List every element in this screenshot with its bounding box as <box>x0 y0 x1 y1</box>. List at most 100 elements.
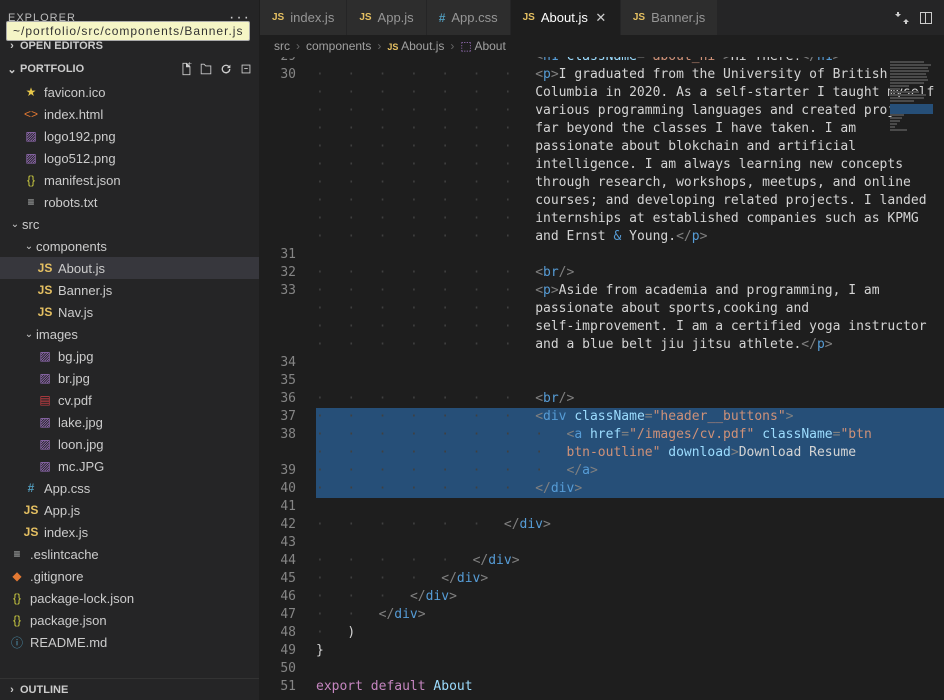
file-tree-item[interactable]: {}manifest.json <box>0 169 259 191</box>
breadcrumb-separator: › <box>450 39 454 53</box>
tab-label: index.js <box>290 10 334 25</box>
outline-section[interactable]: › OUTLINE <box>0 678 259 700</box>
file-tree-item[interactable]: ◆.gitignore <box>0 565 259 587</box>
code-line[interactable]: · · · · · · · <h1 className="about_hi">H… <box>316 57 944 66</box>
file-tree-item[interactable]: ▨lake.jpg <box>0 411 259 433</box>
file-tree-item[interactable]: ≡robots.txt <box>0 191 259 213</box>
file-icon: <> <box>22 107 40 121</box>
code-line[interactable]: · · · · · · · and Ernst & Young.</p> <box>316 228 944 246</box>
code-line[interactable]: · · · · · · · courses; and developing re… <box>316 192 944 210</box>
new-folder-icon[interactable] <box>197 60 215 78</box>
minimap[interactable] <box>884 57 944 237</box>
code-line[interactable]: export default About <box>316 678 944 696</box>
file-tree-item[interactable]: ▨loon.jpg <box>0 433 259 455</box>
file-tree-item[interactable]: ▨br.jpg <box>0 367 259 389</box>
breadcrumb-segment[interactable]: components <box>306 39 371 53</box>
tree-item-label: logo192.png <box>44 129 116 144</box>
code-line[interactable]: · · · · · · · · btn-outline" download>Do… <box>316 444 944 462</box>
code-area[interactable]: · · · · · · · <h1 className="about_hi">H… <box>316 57 944 700</box>
file-tree-item[interactable]: JSApp.js <box>0 499 259 521</box>
close-icon[interactable]: ✕ <box>594 10 608 26</box>
editor-tab[interactable]: JSBanner.js <box>621 0 718 35</box>
file-tree-item[interactable]: ▨logo512.png <box>0 147 259 169</box>
file-tree-item[interactable]: ⌄images <box>0 323 259 345</box>
editor-tab[interactable]: JSAbout.js✕ <box>511 0 621 35</box>
file-tree-item[interactable]: JSindex.js <box>0 521 259 543</box>
editor-tab[interactable]: JSApp.js <box>347 0 426 35</box>
code-line[interactable]: · · </div> <box>316 606 944 624</box>
code-editor[interactable]: 2930313233343536373839404142434445464748… <box>260 57 944 700</box>
code-line[interactable]: · · · · · · · various programming langua… <box>316 102 944 120</box>
code-line[interactable] <box>316 354 944 372</box>
file-icon: JS <box>36 283 54 297</box>
code-line[interactable]: · · · · · · · <p>Aside from academia and… <box>316 282 944 300</box>
tree-item-label: .eslintcache <box>30 547 99 562</box>
file-tree-item[interactable]: ⓘREADME.md <box>0 631 259 653</box>
code-line[interactable]: · · · · · · </div> <box>316 516 944 534</box>
code-line[interactable]: · · · · · · · <p>I graduated from the Un… <box>316 66 944 84</box>
compare-icon[interactable] <box>894 10 910 26</box>
file-tree-item[interactable]: ≡.eslintcache <box>0 543 259 565</box>
new-file-icon[interactable] <box>177 60 195 78</box>
open-editors-label: OPEN EDITORS <box>20 40 103 52</box>
code-line[interactable] <box>316 660 944 678</box>
code-line[interactable]: · ) <box>316 624 944 642</box>
file-tree-item[interactable]: ▤cv.pdf <box>0 389 259 411</box>
file-icon: ▨ <box>36 371 54 385</box>
code-line[interactable] <box>316 534 944 552</box>
breadcrumb-segment[interactable]: src <box>274 39 290 53</box>
refresh-icon[interactable] <box>217 60 235 78</box>
code-line[interactable]: · · · · · · · <br/> <box>316 264 944 282</box>
file-tree-item[interactable]: JSBanner.js <box>0 279 259 301</box>
code-line[interactable]: · · · · · · · through research, workshop… <box>316 174 944 192</box>
editor-tab[interactable]: JSindex.js <box>260 0 347 35</box>
code-line[interactable]: · · · · · · · <div className="header__bu… <box>316 408 944 426</box>
code-line[interactable]: · · · · · · · passionate about sports,co… <box>316 300 944 318</box>
code-line[interactable]: · · · · · · · intelligence. I am always … <box>316 156 944 174</box>
file-icon: ▨ <box>22 151 40 165</box>
code-line[interactable]: · · · · · · · · <a href="/images/cv.pdf"… <box>316 426 944 444</box>
code-line[interactable]: · · · · · · · far beyond the classes I h… <box>316 120 944 138</box>
code-line[interactable]: } <box>316 642 944 660</box>
code-line[interactable]: · · · · · · · </div> <box>316 480 944 498</box>
file-icon: ▨ <box>36 415 54 429</box>
file-tree-item[interactable]: #App.css <box>0 477 259 499</box>
file-tree-item[interactable]: ⌄src <box>0 213 259 235</box>
collapse-all-icon[interactable] <box>237 60 255 78</box>
breadcrumb-segment[interactable]: JS About.js <box>387 39 444 53</box>
code-line[interactable]: · · · · · · · <br/> <box>316 390 944 408</box>
code-line[interactable]: · · · · · · · Columbia in 2020. As a sel… <box>316 84 944 102</box>
code-line[interactable] <box>316 498 944 516</box>
code-line[interactable] <box>316 372 944 390</box>
breadcrumb[interactable]: src›components›JS About.js›⬚ About <box>260 35 944 57</box>
file-tree-item[interactable]: ★favicon.ico <box>0 81 259 103</box>
code-line[interactable]: · · · · · · · passionate about blokchain… <box>316 138 944 156</box>
tree-item-label: images <box>36 327 78 342</box>
code-line[interactable] <box>316 246 944 264</box>
code-line[interactable]: · · · </div> <box>316 588 944 606</box>
file-tree-item[interactable]: JSNav.js <box>0 301 259 323</box>
tree-item-label: robots.txt <box>44 195 97 210</box>
file-icon: {} <box>22 173 40 187</box>
file-tree-item[interactable]: ▨bg.jpg <box>0 345 259 367</box>
code-line[interactable]: · · · · · · · internships at established… <box>316 210 944 228</box>
file-tree-item[interactable]: <>index.html <box>0 103 259 125</box>
tree-item-label: favicon.ico <box>44 85 105 100</box>
code-line[interactable]: · · · · · · · · </a> <box>316 462 944 480</box>
file-tree-item[interactable]: JSAbout.js <box>0 257 259 279</box>
file-icon: ▤ <box>36 393 54 407</box>
split-editor-icon[interactable] <box>918 10 934 26</box>
breadcrumb-separator: › <box>296 39 300 53</box>
project-section-header[interactable]: ⌄ PORTFOLIO <box>0 57 259 81</box>
file-tree-item[interactable]: ▨mc.JPG <box>0 455 259 477</box>
code-line[interactable]: · · · · · · · and a blue belt jiu jitsu … <box>316 336 944 354</box>
file-tree-item[interactable]: {}package-lock.json <box>0 587 259 609</box>
breadcrumb-segment[interactable]: ⬚ About <box>460 39 505 53</box>
file-tree-item[interactable]: ⌄components <box>0 235 259 257</box>
code-line[interactable]: · · · · · · · self-improvement. I am a c… <box>316 318 944 336</box>
file-tree-item[interactable]: ▨logo192.png <box>0 125 259 147</box>
code-line[interactable]: · · · · </div> <box>316 570 944 588</box>
code-line[interactable]: · · · · · </div> <box>316 552 944 570</box>
editor-tab[interactable]: #App.css <box>427 0 511 35</box>
file-tree-item[interactable]: {}package.json <box>0 609 259 631</box>
